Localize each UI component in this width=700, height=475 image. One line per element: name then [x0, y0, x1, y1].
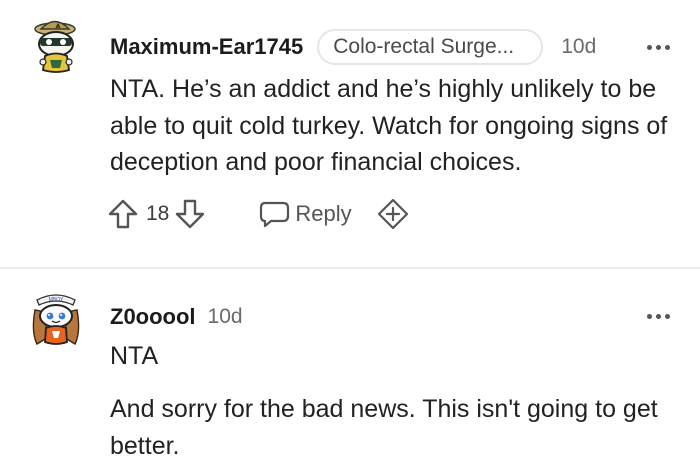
- username[interactable]: Maximum-Ear1745: [110, 34, 303, 60]
- user-avatar[interactable]: MBOY: [27, 288, 85, 348]
- comment: Maximum-Ear1745 Colo-rectal Surge... 10d…: [0, 0, 700, 268]
- timestamp[interactable]: 10d: [208, 305, 243, 329]
- award-icon[interactable]: [376, 197, 410, 231]
- more-options-icon[interactable]: [647, 45, 670, 50]
- snoo-avatar-icon: MBOY: [32, 294, 80, 345]
- comment-body: NTA: [110, 338, 670, 375]
- upvote-icon[interactable]: [106, 197, 140, 231]
- more-options-icon[interactable]: [647, 314, 670, 319]
- comment-bubble-icon: [257, 199, 291, 229]
- comment-actions: 18 Reply: [106, 195, 410, 233]
- username[interactable]: Z0ooool: [110, 304, 196, 330]
- comment-meta: Z0ooool 10d: [110, 300, 243, 334]
- comment-text: And sorry for the bad news. This isn't g…: [110, 395, 658, 460]
- reply-button[interactable]: Reply: [257, 199, 352, 229]
- snoo-avatar-icon: [34, 20, 76, 73]
- downvote-icon[interactable]: [173, 197, 207, 231]
- comment: MBOY Z0ooool 10d NTA And sorry for the b…: [0, 270, 700, 475]
- timestamp[interactable]: 10d: [561, 35, 596, 59]
- svg-text:MBOY: MBOY: [49, 297, 64, 303]
- user-avatar[interactable]: [27, 16, 85, 76]
- comment-text: NTA. He’s an addict and he’s highly unli…: [110, 75, 668, 176]
- comment-body: And sorry for the bad news. This isn't g…: [110, 391, 670, 464]
- comment-divider: [0, 267, 700, 269]
- comment-meta: Maximum-Ear1745 Colo-rectal Surge... 10d: [110, 28, 596, 66]
- reply-label: Reply: [295, 201, 352, 226]
- vote-count: 18: [146, 202, 170, 225]
- comment-text: NTA: [110, 342, 159, 370]
- comment-body: NTA. He’s an addict and he’s highly unli…: [110, 71, 670, 181]
- user-flair: Colo-rectal Surge...: [317, 29, 544, 65]
